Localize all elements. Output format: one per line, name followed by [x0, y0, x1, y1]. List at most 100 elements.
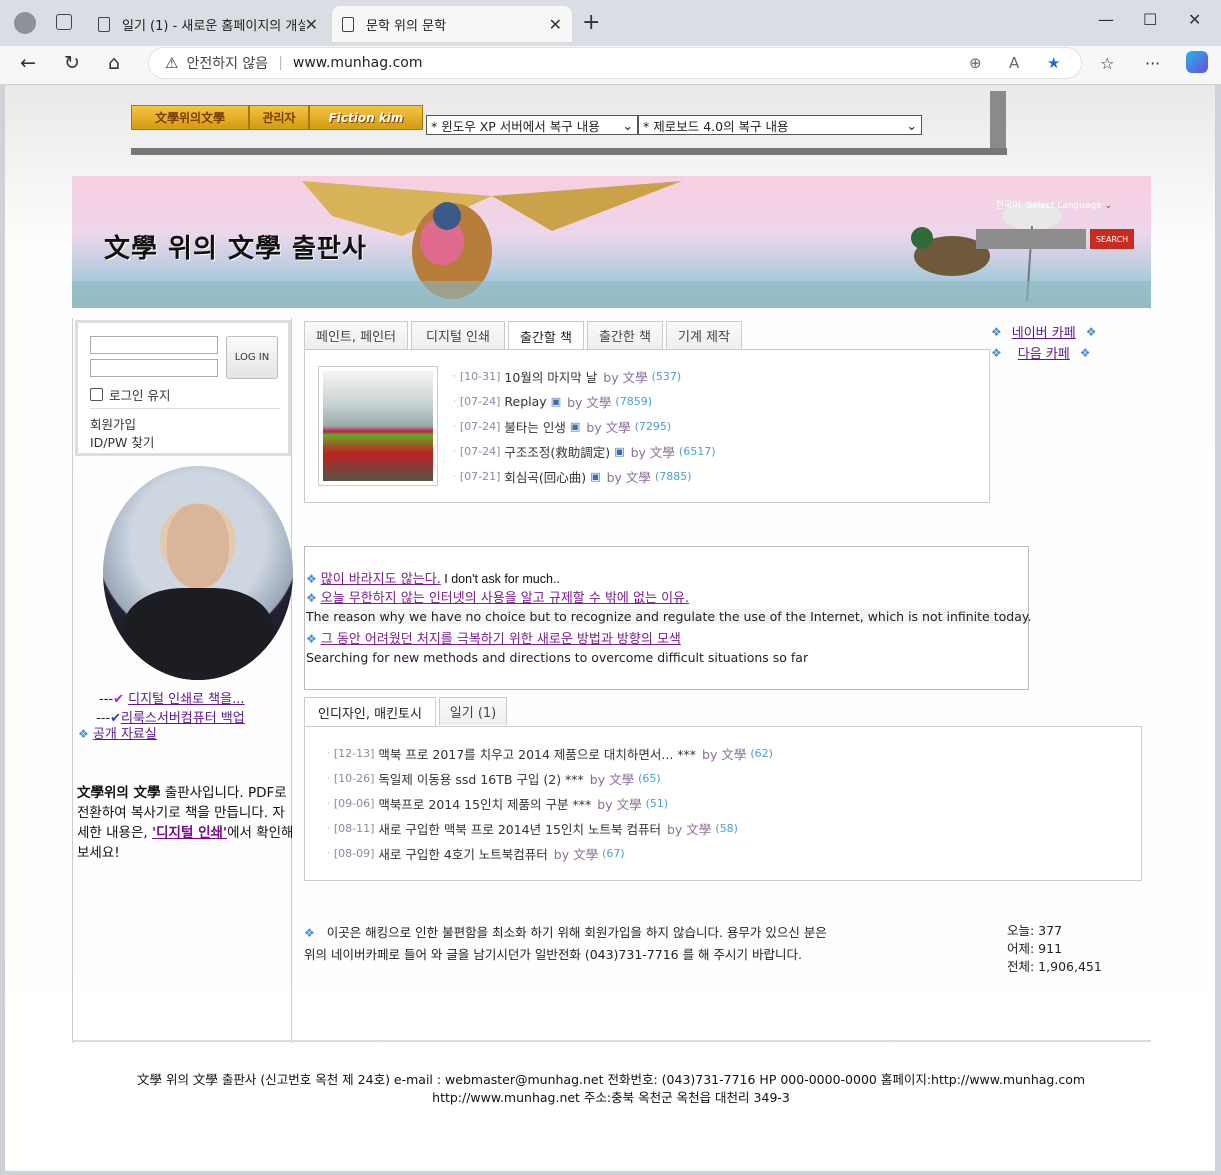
menu-button-munhag[interactable]: 文學위의文學: [131, 105, 249, 130]
password-input[interactable]: [90, 359, 218, 377]
list-item[interactable]: · [07-24] 불타는 인생 ▣ by 文學 (7295): [453, 414, 715, 439]
read-aloud-icon[interactable]: A: [1009, 54, 1019, 72]
top-menu: 文學위의文學 관리자 Fiction kim: [131, 105, 423, 130]
url-text[interactable]: www.munhag.com: [293, 55, 423, 71]
list-item[interactable]: · [10-31] 10월의 마지막 날 by 文學 (537): [453, 364, 715, 389]
browser-tab-munhag[interactable]: 문학 위의 문학 ✕: [332, 6, 572, 42]
security-label[interactable]: 안전하지 않음: [186, 53, 268, 73]
link-label[interactable]: 디지털 인쇄로 책을...: [128, 692, 244, 707]
list-item[interactable]: · [08-09] 새로 구입한 4호기 노트북컴퓨터 by 文學 (67): [327, 841, 773, 866]
digital-print-link[interactable]: '디지털 인쇄': [152, 825, 227, 841]
close-window-icon[interactable]: ✕: [1188, 10, 1201, 29]
address-bar[interactable]: ⚠ 안전하지 않음 | www.munhag.com ⊕ A ★: [148, 47, 1082, 79]
favorite-star-icon[interactable]: ★: [1047, 54, 1060, 72]
more-icon[interactable]: ···: [1145, 54, 1160, 73]
list-item[interactable]: · [07-24] Replay ▣ by 文學 (7859): [453, 389, 715, 414]
footer-line-2: http://www.munhag.net 주소:충북 옥천군 옥천읍 대천리 …: [432, 1090, 790, 1105]
message-link[interactable]: 많이 바라지도 않는다.: [321, 572, 441, 587]
post-date: [07-21]: [459, 470, 501, 483]
post-title[interactable]: 회심곡(回心曲): [504, 467, 586, 486]
tab-published-books[interactable]: 출간한 책: [587, 321, 663, 349]
disk-icon: ▣: [569, 420, 581, 433]
disk-icon: ▣: [614, 445, 625, 458]
web-page: 文學위의文學 관리자 Fiction kim * 윈도우 XP 서버에서 복구 …: [4, 84, 1216, 1172]
list-item[interactable]: · [12-13] 맥북 프로 2017를 치우고 2014 제품으로 대치하면서.…: [327, 741, 773, 766]
book-thumbnail[interactable]: [318, 366, 438, 486]
select-zeroboard-restore[interactable]: * 제로보드 4.0의 복구 내용 ⌄: [638, 115, 922, 135]
home-icon[interactable]: ⌂: [108, 52, 120, 74]
divider: [90, 408, 280, 409]
copilot-icon[interactable]: [1186, 51, 1208, 73]
post-title[interactable]: 새로 구입한 4호기 노트북컴퓨터: [378, 844, 547, 863]
link-digital-print[interactable]: ---✔ 디지털 인쇄로 책을...: [99, 688, 244, 707]
new-tab-icon[interactable]: +: [582, 10, 600, 35]
naver-cafe-link[interactable]: ❖ 네이버 카페 ❖: [991, 321, 1096, 342]
bullet: ·: [327, 748, 330, 759]
keep-login[interactable]: 로그인 유지: [90, 385, 170, 404]
post-title[interactable]: Replay: [504, 394, 546, 409]
list-item[interactable]: · [08-11] 새로 구입한 맥북 프로 2014년 15인치 노트북 컴퓨터 b…: [327, 816, 773, 841]
disk-icon: ▣: [550, 395, 562, 408]
post-author: by 文學: [553, 847, 599, 862]
post-count: (67): [602, 847, 625, 860]
find-id-pw-link[interactable]: ID/PW 찾기: [90, 432, 154, 451]
link-label[interactable]: 네이버 카페: [1012, 322, 1076, 341]
list-item[interactable]: · [10-26] 독일제 이동용 ssd 16TB 구입 (2) *** by 文學…: [327, 766, 773, 791]
back-icon[interactable]: ←: [20, 52, 36, 74]
daum-cafe-link[interactable]: ❖ 다음 카페 ❖: [991, 342, 1096, 363]
diamond-icon: ❖: [1079, 345, 1091, 360]
page-icon: [98, 16, 110, 32]
search-button[interactable]: SEARCH: [1090, 229, 1134, 249]
message-link[interactable]: 오늘 무한하지 않는 인터넷의 사용을 알고 규제할 수 밖에 없는 이유.: [321, 591, 689, 606]
menu-button-admin[interactable]: 관리자: [249, 105, 309, 130]
language-selector[interactable]: 한국어 Select Language ⌄: [996, 198, 1112, 211]
post-title[interactable]: 맥북프로 2014 15인치 제품의 구분 ***: [378, 794, 591, 813]
post-title[interactable]: 불타는 인생: [504, 417, 565, 436]
post-title[interactable]: 10월의 마지막 날: [504, 367, 597, 386]
post-date: [08-11]: [333, 822, 375, 835]
diamond-icon: ❖: [991, 345, 1002, 360]
diamond-icon: ❖: [1085, 324, 1097, 339]
tab-machine[interactable]: 기계 제작: [666, 321, 742, 349]
post-title[interactable]: 독일제 이동용 ssd 16TB 구입 (2) ***: [378, 769, 583, 788]
warning-icon[interactable]: ⚠: [165, 54, 178, 72]
link-label[interactable]: 공개 자료실: [93, 727, 157, 742]
list-item[interactable]: · [07-24] 구조조정(救助調定) ▣ by 文學 (6517): [453, 439, 715, 464]
tab-upcoming-books[interactable]: 출간할 책: [508, 321, 584, 350]
post-count: (6517): [678, 445, 716, 458]
tabs-books: 페인트, 페인터 디지털 인쇄 출간할 책 출간한 책 기계 제작: [304, 321, 745, 350]
post-title[interactable]: 구조조정(救助調定): [504, 442, 610, 461]
profile-icon[interactable]: [14, 12, 36, 34]
post-date: [07-24]: [459, 445, 501, 458]
zoom-icon[interactable]: ⊕: [969, 54, 982, 72]
menu-button-fiction[interactable]: Fiction kim: [309, 105, 423, 130]
banner-search-input[interactable]: [976, 229, 1086, 249]
list-item[interactable]: · [07-21] 회심곡(回心曲) ▣ by 文學 (7885): [453, 464, 715, 489]
browser-tab-diary[interactable]: 일기 (1) - 새로운 홈페이지의 개설 ✕: [88, 6, 328, 42]
keep-login-checkbox[interactable]: [90, 388, 103, 401]
select-xp-restore[interactable]: * 윈도우 XP 서버에서 복구 내용 ⌄: [426, 115, 638, 135]
id-input[interactable]: [90, 336, 218, 354]
maximize-icon[interactable]: ☐: [1143, 10, 1157, 29]
workspaces-icon[interactable]: [56, 14, 72, 30]
tab-indesign-mac[interactable]: 인디자인, 매킨토시: [304, 697, 436, 726]
favorites-icon[interactable]: ☆: [1100, 54, 1114, 73]
tab-digital-print[interactable]: 디지털 인쇄: [411, 321, 505, 349]
login-button[interactable]: LOG IN: [226, 336, 278, 379]
tabs-diary: 인디자인, 매킨토시 일기 (1): [304, 697, 510, 726]
tab-paint[interactable]: 페인트, 페인터: [304, 321, 408, 349]
post-title[interactable]: 새로 구입한 맥북 프로 2014년 15인치 노트북 컴퓨터: [378, 819, 661, 838]
list-item[interactable]: · [09-06] 맥북프로 2014 15인치 제품의 구분 *** by 文學 (5…: [327, 791, 773, 816]
message-link[interactable]: 그 동안 어려웠던 처지를 극복하기 위한 새로운 방법과 방향의 모색: [321, 632, 681, 647]
post-author: by 文學: [597, 797, 642, 812]
post-title[interactable]: 맥북 프로 2017를 치우고 2014 제품으로 대치하면서... ***: [378, 744, 696, 763]
link-public-archive[interactable]: ❖ 공개 자료실: [78, 723, 157, 742]
notice-line-2: 위의 네이버카페로 들어 와 글을 남기시던가 일반전화 (043)731-77…: [304, 947, 802, 962]
refresh-icon[interactable]: ↻: [64, 52, 80, 74]
close-tab-icon[interactable]: ✕: [549, 15, 562, 34]
close-tab-icon[interactable]: ✕: [305, 15, 318, 34]
minimize-icon[interactable]: —: [1098, 10, 1114, 29]
tab-diary[interactable]: 일기 (1): [439, 697, 507, 725]
join-link[interactable]: 회원가입: [90, 414, 136, 433]
link-label[interactable]: 다음 카페: [1018, 343, 1070, 362]
